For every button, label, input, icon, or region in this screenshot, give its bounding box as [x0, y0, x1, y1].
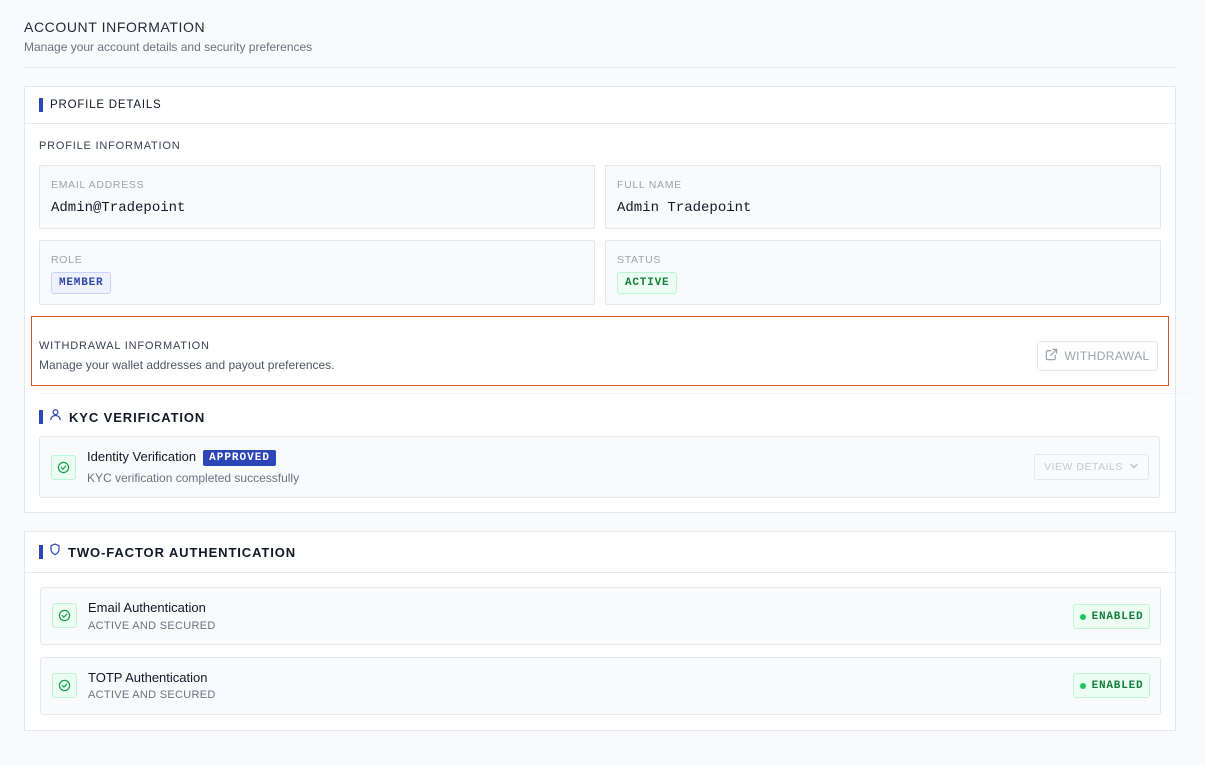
status-label: STATUS — [617, 254, 662, 266]
check-circle-icon — [52, 603, 77, 628]
role-field: ROLE MEMBER — [39, 240, 595, 305]
chevron-down-icon — [1129, 461, 1139, 474]
page-title: ACCOUNT INFORMATION — [24, 19, 206, 35]
email-authentication-subtitle: ACTIVE AND SECURED — [88, 620, 216, 632]
role-label: ROLE — [51, 254, 83, 266]
approved-badge: APPROVED — [203, 450, 276, 466]
identity-verification-row: Identity Verification APPROVED KYC verifi… — [39, 436, 1160, 498]
status-dot-icon — [1079, 682, 1086, 689]
withdrawal-button[interactable]: WITHDRAWAL — [1037, 341, 1158, 371]
email-authentication-title: Email Authentication — [88, 600, 206, 615]
totp-authentication-title: TOTP Authentication — [88, 670, 208, 685]
totp-authentication-subtitle: ACTIVE AND SECURED — [88, 689, 216, 701]
full-name-field: FULL NAME Admin Tradepoint — [605, 165, 1161, 229]
view-details-label: VIEW DETAILS — [1044, 461, 1123, 473]
accent-bar — [39, 98, 43, 112]
check-circle-icon — [52, 673, 77, 698]
two-factor-header: TWO-FACTOR AUTHENTICATION — [25, 532, 1175, 573]
status-badge: ACTIVE — [617, 272, 678, 294]
enabled-label: ENABLED — [1091, 679, 1144, 692]
profile-details-title: PROFILE DETAILS — [50, 99, 162, 111]
accent-bar — [39, 410, 43, 424]
email-field: EMAIL ADDRESS Admin@Tradepoint — [39, 165, 595, 229]
user-icon — [49, 408, 62, 426]
shield-icon — [49, 543, 61, 561]
profile-details-header: PROFILE DETAILS — [25, 87, 1175, 124]
withdrawal-title: WITHDRAWAL INFORMATION — [39, 340, 210, 352]
enabled-label: ENABLED — [1091, 610, 1144, 623]
withdrawal-description: Manage your wallet addresses and payout … — [39, 358, 335, 372]
withdrawal-information-row: WITHDRAWAL INFORMATION Manage your walle… — [31, 316, 1169, 386]
status-dot-icon — [1079, 613, 1086, 620]
email-value: Admin@Tradepoint — [51, 200, 186, 216]
enabled-badge: ENABLED — [1073, 604, 1150, 629]
email-label: EMAIL ADDRESS — [51, 179, 145, 191]
page-header: ACCOUNT INFORMATION Manage your account … — [24, 18, 1176, 68]
kyc-header: KYC VERIFICATION — [39, 408, 205, 426]
view-details-button[interactable]: VIEW DETAILS — [1034, 454, 1149, 480]
accent-bar — [39, 545, 43, 559]
role-badge: MEMBER — [51, 272, 112, 294]
enabled-badge: ENABLED — [1073, 673, 1150, 698]
withdrawal-button-label: WITHDRAWAL — [1064, 349, 1150, 363]
external-link-icon — [1045, 348, 1058, 364]
two-factor-title: TWO-FACTOR AUTHENTICATION — [68, 544, 297, 560]
status-field: STATUS ACTIVE — [605, 240, 1161, 305]
kyc-title: KYC VERIFICATION — [69, 409, 206, 425]
two-factor-card: TWO-FACTOR AUTHENTICATION Email Authenti… — [24, 531, 1176, 731]
full-name-value: Admin Tradepoint — [617, 200, 752, 216]
check-circle-icon — [51, 455, 76, 480]
page-subtitle: Manage your account details and security… — [24, 40, 313, 54]
profile-information-label: PROFILE INFORMATION — [39, 140, 181, 152]
totp-authentication-row: TOTP Authentication ACTIVE AND SECURED E… — [40, 657, 1161, 715]
full-name-label: FULL NAME — [617, 179, 682, 191]
identity-verification-title: Identity Verification APPROVED — [87, 449, 276, 466]
divider — [39, 393, 1190, 394]
identity-verification-subtitle: KYC verification completed successfully — [87, 471, 300, 485]
email-authentication-row: Email Authentication ACTIVE AND SECURED … — [40, 587, 1161, 645]
identity-verification-label: Identity Verification — [87, 449, 197, 464]
